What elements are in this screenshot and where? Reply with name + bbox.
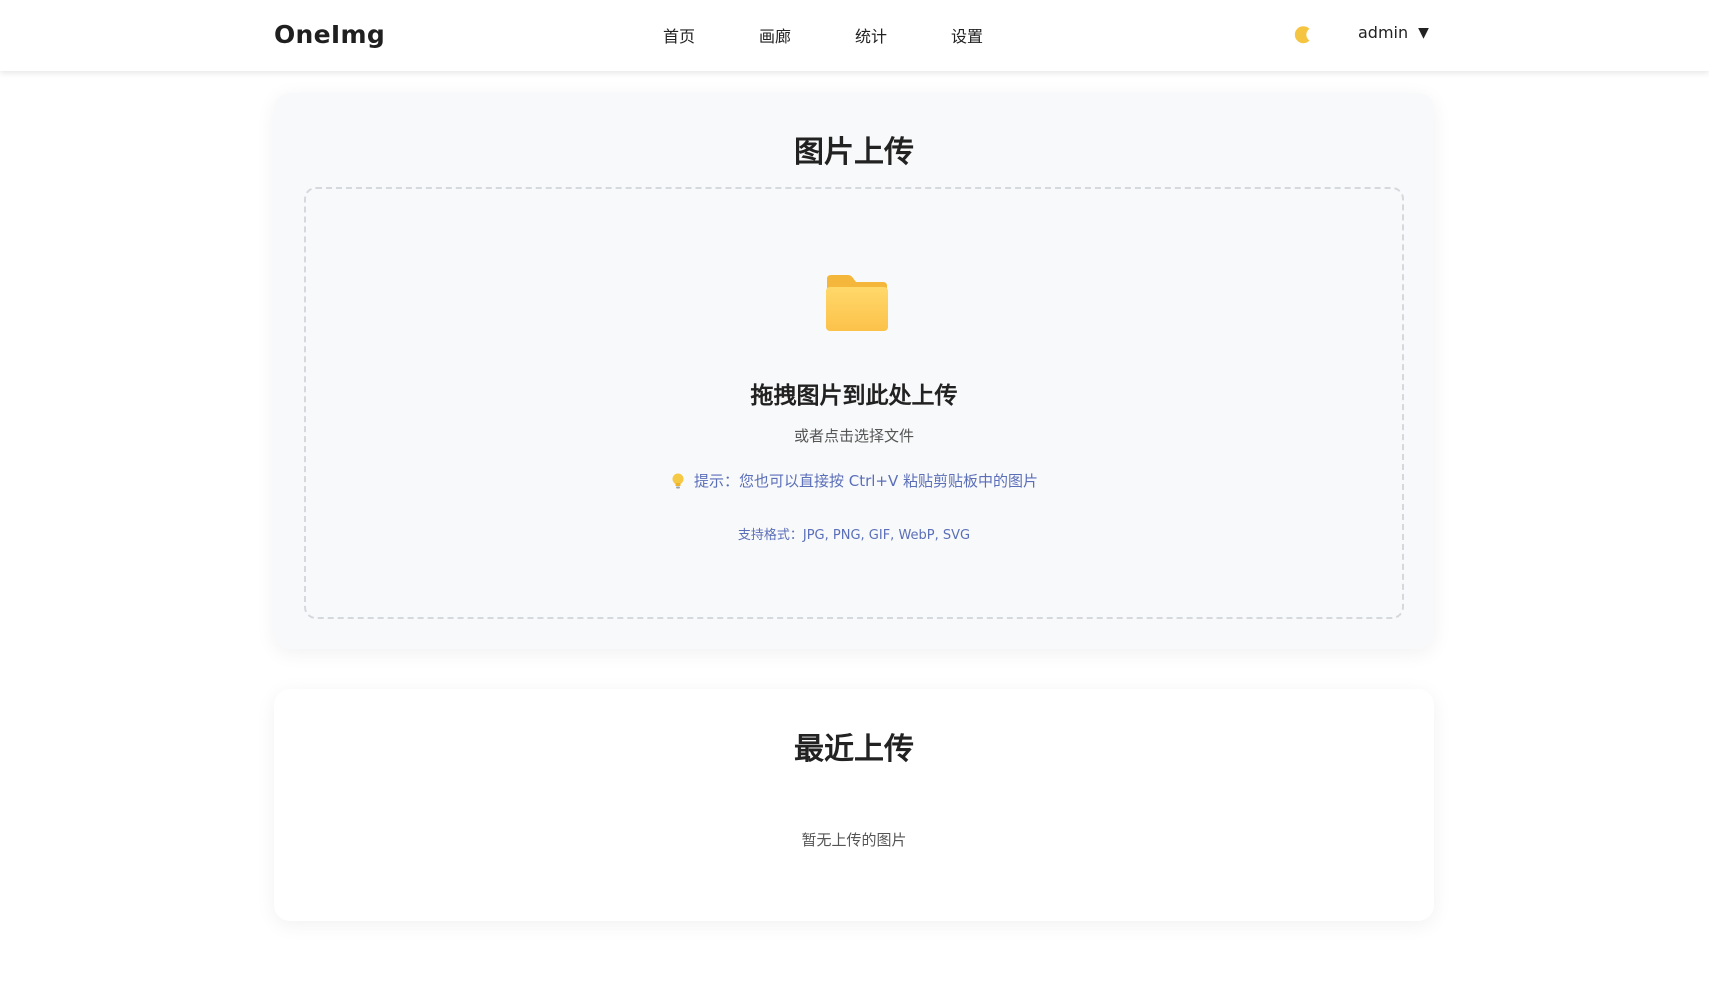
recent-empty-message: 暂无上传的图片 [801, 831, 907, 849]
paste-tip: 提示：您也可以直接按 Ctrl+V 粘贴剪贴板中的图片 [306, 470, 1402, 491]
top-navbar: OneImg 首页 画廊 统计 设置 admin ▼ [0, 0, 1709, 71]
nav-item-settings[interactable]: 设置 [951, 23, 983, 47]
user-menu[interactable]: admin ▼ [1358, 23, 1429, 42]
moon-icon[interactable] [1292, 24, 1314, 46]
nav-item-stats[interactable]: 统计 [855, 23, 887, 47]
dropzone-subtitle: 或者点击选择文件 [793, 427, 914, 445]
upload-card: 图片上传 拖拽图片到此处上传 或者点击选择文件 提示：您也可以直接按 Ctrl+… [274, 93, 1434, 649]
user-name: admin [1358, 23, 1409, 42]
upload-title: 图片上传 [794, 135, 914, 170]
nav-item-gallery[interactable]: 画廊 [759, 23, 791, 47]
upload-dropzone[interactable]: 拖拽图片到此处上传 或者点击选择文件 提示：您也可以直接按 Ctrl+V 粘贴剪… [304, 187, 1404, 619]
dropzone-title: 拖拽图片到此处上传 [750, 383, 958, 409]
main-nav: 首页 画廊 统计 设置 [0, 0, 1709, 71]
paste-tip-text: 提示：您也可以直接按 Ctrl+V 粘贴剪贴板中的图片 [693, 472, 1039, 490]
recent-title: 最近上传 [794, 732, 914, 767]
caret-down-icon: ▼ [1418, 24, 1429, 41]
nav-item-home[interactable]: 首页 [663, 23, 695, 47]
folder-icon [824, 271, 890, 333]
lightbulb-icon [670, 472, 686, 490]
recent-uploads-card: 最近上传 暂无上传的图片 [274, 689, 1434, 921]
supported-formats: 支持格式：JPG, PNG, GIF, WebP, SVG [737, 528, 971, 543]
